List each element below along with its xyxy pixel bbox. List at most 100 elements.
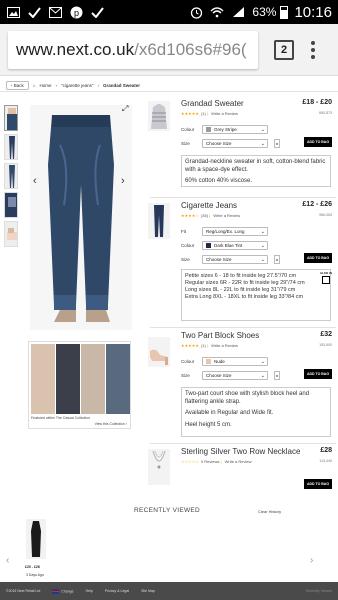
recently-viewed-link[interactable]: Recently Viewed [306, 589, 332, 593]
quantity-stepper[interactable] [274, 371, 280, 380]
product-code: 966-063 [319, 213, 332, 217]
tab-switcher-button[interactable]: 2 [274, 39, 294, 60]
divider [150, 197, 336, 198]
clear-history-link[interactable]: Clear History [258, 509, 281, 514]
product-price: £28 [320, 447, 332, 454]
colour-select[interactable]: Grey Stripe ⌄ [202, 125, 268, 134]
help-link[interactable]: Help [86, 589, 93, 593]
product-name[interactable]: Cigarette Jeans [181, 201, 237, 210]
thumbnail[interactable] [4, 134, 18, 160]
check-icon [27, 5, 41, 19]
featured-collection[interactable]: Featured within The Casual Collection Vi… [28, 341, 131, 429]
product-price: £18 - £20 [302, 99, 332, 106]
fit-select[interactable]: Reg/Long/Ex. Long ⌄ [202, 227, 268, 236]
product-item: Grandad Sweater £18 - £20 ★★★★★ (1) | Wri… [148, 99, 336, 199]
url-bar[interactable]: www.next.co.uk/x6d106s6#96( [8, 30, 258, 69]
quantity-stepper[interactable] [274, 255, 280, 264]
battery-icon [280, 5, 289, 19]
product-name[interactable]: Two Part Block Shoes [181, 331, 259, 340]
also-in-badge[interactable]: ALSO IN [320, 271, 332, 284]
product-code: 113-440 [319, 459, 332, 463]
view-collection-link[interactable]: View this Collection › [95, 422, 127, 426]
rating-stars: ☆☆☆☆☆ 0 Reviews | Write a Review [181, 459, 252, 464]
size-select[interactable]: Choose Size ⌄ [202, 371, 268, 380]
divider [150, 327, 336, 328]
quantity-stepper[interactable] [274, 139, 280, 148]
colour-swatch [206, 243, 211, 248]
svg-text:p: p [74, 8, 79, 18]
add-to-bag-button[interactable]: ADD TO BAG [304, 479, 332, 489]
pinterest-icon: p [69, 5, 83, 19]
product-price: £12 - £26 [302, 201, 332, 208]
menu-icon[interactable] [310, 40, 316, 59]
zoom-icon[interactable]: ⤢ [122, 104, 128, 114]
image-icon [6, 5, 20, 19]
thumbnail[interactable] [4, 221, 18, 247]
size-label: Size [181, 373, 190, 378]
product-thumbnail[interactable] [148, 203, 170, 239]
thumbnail[interactable] [4, 192, 18, 218]
breadcrumb: ‹ Back ⌂ Home › "cigarette jeans" › Gran… [6, 81, 140, 90]
add-to-bag-button[interactable]: ADD TO BAG [304, 369, 332, 379]
product-item: Two Part Block Shoes £32 ★★★★★ (1) | Writ… [148, 331, 336, 437]
size-select[interactable]: Choose Size ⌄ [202, 139, 268, 148]
divider [0, 91, 338, 92]
product-item: Sterling Silver Two Row Necklace £28 ☆☆☆… [148, 447, 336, 493]
sitemap-link[interactable]: Site Map [141, 589, 155, 593]
collection-image [31, 344, 130, 414]
breadcrumb-search[interactable]: "cigarette jeans" [61, 83, 93, 88]
home-icon[interactable]: ⌂ [33, 83, 36, 88]
uk-flag-icon [52, 588, 60, 594]
alarm-icon [189, 5, 203, 19]
thumbnail-strip [4, 105, 20, 250]
collection-label: Featured within The Casual Collection [31, 416, 91, 420]
size-select[interactable]: Choose Size ⌄ [202, 255, 268, 264]
next-image-arrow[interactable]: › [121, 175, 125, 187]
product-thumbnail[interactable] [148, 101, 170, 131]
product-name[interactable]: Grandad Sweater [181, 99, 244, 108]
wifi-icon [210, 5, 224, 19]
product-name[interactable]: Sterling Silver Two Row Necklace [181, 447, 300, 456]
colour-swatch [206, 127, 211, 132]
recent-item-age: 3 Days Ago [26, 573, 44, 577]
colour-select[interactable]: Nude ⌄ [202, 357, 268, 366]
web-page: ‹ Back ⌂ Home › "cigarette jeans" › Gran… [0, 77, 338, 600]
colour-label: Colour [181, 127, 195, 132]
breadcrumb-current: Grandad Sweater [102, 83, 140, 88]
thumbnail[interactable] [4, 105, 18, 131]
copyright: ©2015 Next Retail Ltd [6, 589, 41, 593]
previous-image-arrow[interactable]: ‹ [33, 175, 37, 187]
url-domain: www.next.co.uk [16, 39, 135, 59]
product-thumbnail[interactable] [148, 449, 170, 485]
back-button[interactable]: ‹ Back [6, 81, 29, 90]
colour-label: Colour [181, 243, 195, 248]
recently-viewed-title: RECENTLY VIEWED [134, 507, 201, 514]
breadcrumb-home[interactable]: Home [39, 83, 51, 88]
rating-stars: ★★★★★ (1) | Write a Review [181, 111, 238, 116]
carousel-next-arrow[interactable]: › [310, 555, 313, 566]
carousel-prev-arrow[interactable]: ‹ [6, 555, 9, 566]
product-description: Petite sizes 6 - 18 to fit inside leg 27… [181, 269, 331, 321]
add-to-bag-button[interactable]: ADD TO BAG [304, 137, 332, 147]
size-label: Size [181, 141, 190, 146]
gmail-icon [48, 5, 62, 19]
change-country-link[interactable]: Change [52, 588, 74, 594]
recent-item-image[interactable] [26, 519, 46, 559]
privacy-link[interactable]: Privacy & Legal [105, 589, 129, 593]
battery-percent: 63% [252, 5, 277, 19]
product-code: 890-873 [319, 111, 332, 115]
check-icon [90, 5, 104, 19]
colour-label: Colour [181, 359, 195, 364]
clock: 10:16 [294, 3, 332, 21]
signal-icon [231, 5, 245, 19]
site-footer: ©2015 Next Retail Ltd Change Help Privac… [0, 582, 338, 600]
size-label: Size [181, 257, 190, 262]
divider [150, 443, 336, 444]
colour-select[interactable]: Dark Blue Tint ⌄ [202, 241, 268, 250]
colour-swatch [206, 359, 211, 364]
url-path: /x6d106s6#96( [134, 39, 247, 59]
product-main-image[interactable] [30, 105, 132, 330]
add-to-bag-button[interactable]: ADD TO BAG [304, 253, 332, 263]
product-thumbnail[interactable] [148, 337, 170, 367]
thumbnail[interactable] [4, 163, 18, 189]
